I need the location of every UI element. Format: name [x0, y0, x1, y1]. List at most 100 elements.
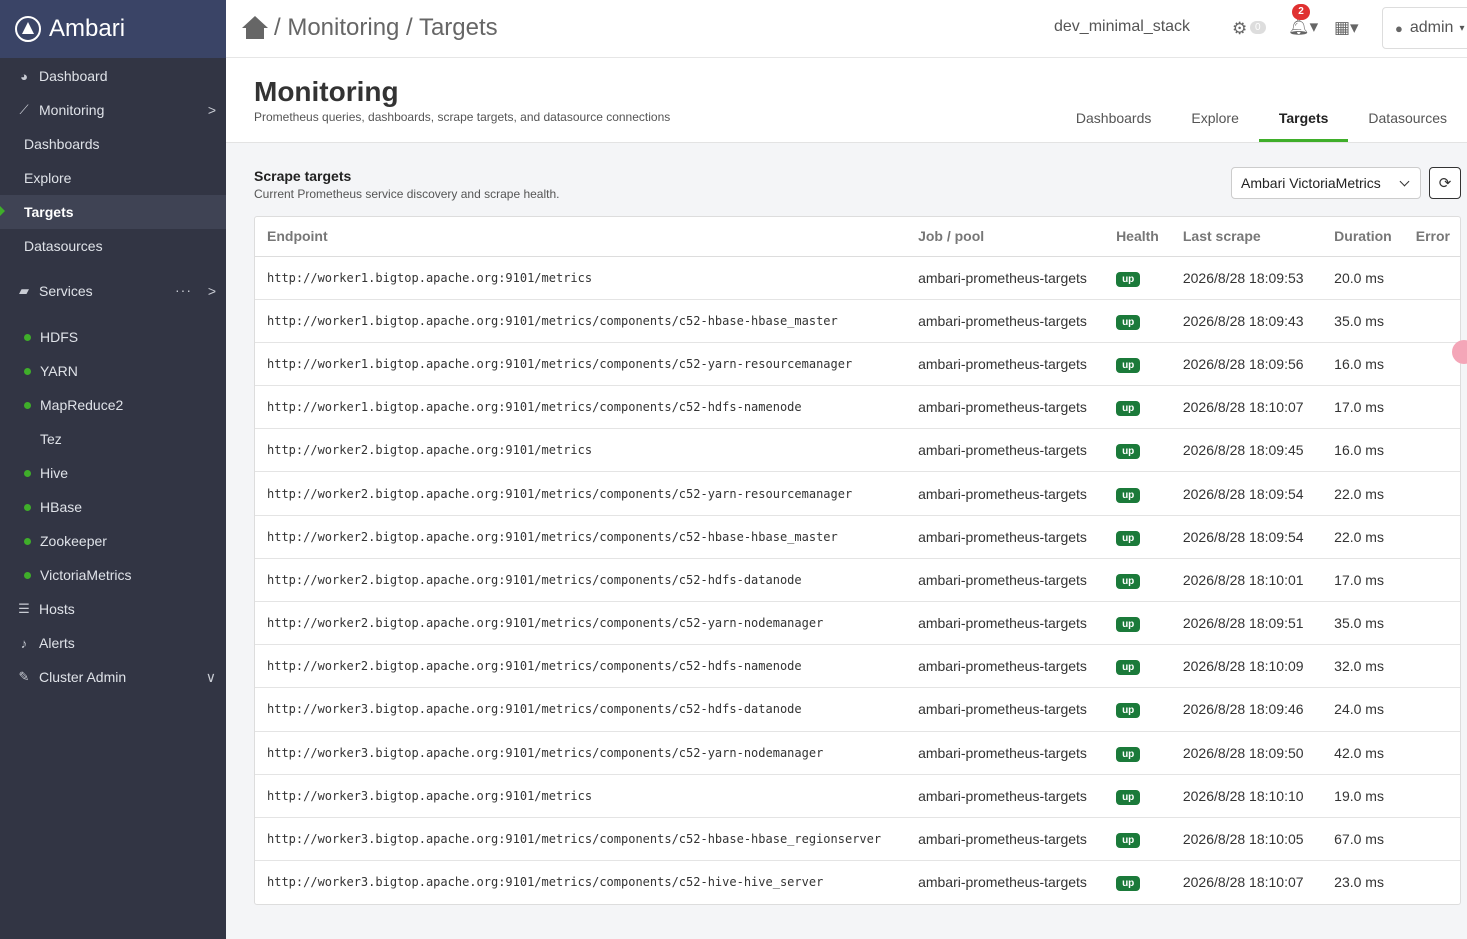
job-cell: ambari-prometheus-targets [918, 874, 1087, 891]
endpoint-cell[interactable]: http://worker1.bigtop.apache.org:9101/me… [255, 342, 907, 387]
health-badge: up [1116, 746, 1141, 762]
server-icon: ☰ [18, 601, 30, 616]
sidebar-service-hdfs[interactable]: HDFS [0, 320, 226, 354]
sidebar-item-alerts[interactable]: ♪ Alerts [0, 626, 226, 660]
briefcase-icon: ▰ [19, 283, 29, 298]
column-header-last-scrape[interactable]: Last scrape [1170, 217, 1323, 257]
health-cell: up [1104, 687, 1171, 732]
breadcrumb-text: / Monitoring / Targets [274, 14, 498, 41]
tab-dashboards[interactable]: Dashboards [1056, 96, 1172, 142]
datasource-selected-value: Ambari VictoriaMetrics [1241, 175, 1381, 191]
duration-cell: 32.0 ms [1322, 644, 1404, 689]
health-badge: up [1116, 660, 1141, 676]
table-row: http://worker2.bigtop.apache.org:9101/me… [255, 558, 1460, 603]
status-dot [24, 333, 31, 341]
sidebar-service-yarn[interactable]: YARN [0, 354, 226, 388]
last-scrape-cell: 2026/8/28 18:10:07 [1170, 385, 1323, 430]
last-scrape-cell: 2026/8/28 18:09:54 [1170, 471, 1323, 516]
datasource-select[interactable]: Ambari VictoriaMetrics [1231, 167, 1421, 199]
sidebar-item-label: Targets [24, 204, 74, 220]
services-more-icon[interactable]: ··· [175, 282, 192, 298]
health-cell: up [1104, 601, 1171, 646]
column-header-health[interactable]: Health [1104, 217, 1171, 257]
endpoint-cell[interactable]: http://worker2.bigtop.apache.org:9101/me… [255, 471, 907, 516]
refresh-button[interactable]: ⟳ [1429, 167, 1461, 199]
sidebar-service-tez[interactable]: Tez [0, 422, 226, 456]
duration-cell: 19.0 ms [1322, 774, 1404, 818]
job-cell: ambari-prometheus-targets [906, 817, 1105, 862]
duration-cell: 16.0 ms [1322, 342, 1404, 387]
tab-explore[interactable]: Explore [1171, 96, 1258, 142]
sidebar-service-hive[interactable]: Hive [0, 456, 226, 490]
duration-cell: 42.0 ms [1322, 731, 1404, 775]
duration-cell: 23.0 ms [1334, 874, 1384, 891]
sidebar-service-mapreduce2[interactable]: MapReduce2 [0, 388, 226, 422]
error-cell [1403, 256, 1460, 300]
tab-datasources[interactable]: Datasources [1348, 96, 1467, 142]
user-menu-button[interactable]: ● admin ▾ [1382, 7, 1467, 49]
column-header-error[interactable]: Error [1403, 217, 1460, 257]
service-label: Zookeeper [40, 533, 107, 549]
endpoint-cell[interactable]: http://worker3.bigtop.apache.org:9101/me… [255, 861, 906, 904]
table-row: http://worker2.bigtop.apache.org:9101/me… [255, 471, 1460, 516]
tab-targets[interactable]: Targets [1258, 96, 1349, 142]
endpoint-cell[interactable]: http://worker3.bigtop.apache.org:9101/me… [255, 774, 907, 818]
sidebar-service-hbase[interactable]: HBase [0, 490, 226, 524]
endpoint-cell[interactable]: http://worker3.bigtop.apache.org:9101/me… [255, 687, 907, 732]
endpoint-cell[interactable]: http://worker2.bigtop.apache.org:9101/me… [255, 515, 907, 559]
sidebar-service-zookeeper[interactable]: Zookeeper [0, 524, 226, 558]
table-row: http://worker3.bigtop.apache.org:9101/me… [255, 687, 1460, 732]
sidebar-item-monitoring[interactable]: ⟋ Monitoring > [0, 93, 226, 127]
endpoint-cell[interactable]: http://worker1.bigtop.apache.org:9101/me… [255, 385, 907, 430]
sidebar-service-victoriametrics[interactable]: VictoriaMetrics [0, 558, 226, 592]
sidebar-item-dashboards[interactable]: Dashboards [0, 127, 226, 161]
status-dot [24, 571, 31, 579]
health-cell: up [1104, 342, 1171, 387]
sidebar-nav: ◕ Dashboard ⟋ Monitoring > Dashboards Ex… [0, 58, 226, 694]
sidebar-item-dashboard[interactable]: ◕ Dashboard [0, 59, 226, 93]
table-row: http://worker3.bigtop.apache.org:9101/me… [255, 817, 1460, 862]
sidebar-item-label: Cluster Admin [39, 669, 127, 685]
error-cell [1403, 385, 1460, 430]
sidebar-item-targets[interactable]: Targets [0, 195, 226, 229]
sidebar-item-datasources[interactable]: Datasources [0, 229, 226, 263]
endpoint-cell[interactable]: http://worker1.bigtop.apache.org:9101/me… [255, 299, 907, 343]
column-header-endpoint[interactable]: Endpoint [255, 217, 907, 257]
duration-cell: 16.0 ms [1322, 428, 1404, 473]
sidebar-item-label: Explore [24, 170, 72, 186]
error-cell [1404, 861, 1460, 904]
sidebar: Ambari ◕ Dashboard ⟋ Monitoring > Dashbo… [0, 0, 226, 939]
monitoring-tabs: Dashboards Explore Targets Datasources [1056, 96, 1467, 142]
sidebar-item-hosts[interactable]: ☰ Hosts [0, 592, 226, 626]
alerts-bell-icon[interactable]: 🔔︎▾ [1288, 17, 1318, 37]
endpoint-cell[interactable]: http://worker1.bigtop.apache.org:9101/me… [255, 256, 907, 300]
column-header-duration[interactable]: Duration [1322, 217, 1404, 257]
targets-table: Endpoint Job / pool Health Last scrape D… [254, 216, 1461, 905]
health-badge: up [1116, 314, 1141, 330]
sidebar-item-label: Alerts [39, 635, 75, 651]
sidebar-item-explore[interactable]: Explore [0, 161, 226, 195]
views-grid-icon[interactable]: ▦▾ [1334, 18, 1359, 38]
ambari-logo-icon [15, 16, 41, 42]
alerts-count-badge: 2 [1292, 4, 1310, 20]
endpoint-cell[interactable]: http://worker2.bigtop.apache.org:9101/me… [255, 428, 907, 473]
sidebar-item-label: Hosts [39, 601, 75, 617]
cluster-name[interactable]: dev_minimal_stack [1054, 18, 1190, 36]
endpoint-cell[interactable]: http://worker2.bigtop.apache.org:9101/me… [255, 558, 907, 603]
column-header-job[interactable]: Job / pool [906, 217, 1105, 257]
health-badge: up [1116, 573, 1141, 589]
brand[interactable]: Ambari [0, 0, 226, 58]
duration-cell: 22.0 ms [1322, 471, 1404, 516]
health-badge: up [1116, 876, 1141, 892]
endpoint-cell[interactable]: http://worker3.bigtop.apache.org:9101/me… [255, 731, 907, 775]
gear-icon[interactable]: ⚙ [1232, 19, 1247, 39]
sidebar-item-cluster-admin[interactable]: ✎ Cluster Admin ∨ [0, 660, 226, 694]
sidebar-item-label: Datasources [24, 238, 103, 254]
home-icon[interactable] [242, 16, 268, 40]
duration-cell: 35.0 ms [1322, 299, 1404, 343]
job-cell: ambari-prometheus-targets [906, 644, 1105, 689]
sidebar-item-services[interactable]: ▰ Services ··· > [0, 274, 226, 308]
endpoint-cell[interactable]: http://worker3.bigtop.apache.org:9101/me… [255, 817, 907, 862]
endpoint-cell[interactable]: http://worker2.bigtop.apache.org:9101/me… [255, 644, 907, 689]
endpoint-cell[interactable]: http://worker2.bigtop.apache.org:9101/me… [255, 601, 907, 646]
